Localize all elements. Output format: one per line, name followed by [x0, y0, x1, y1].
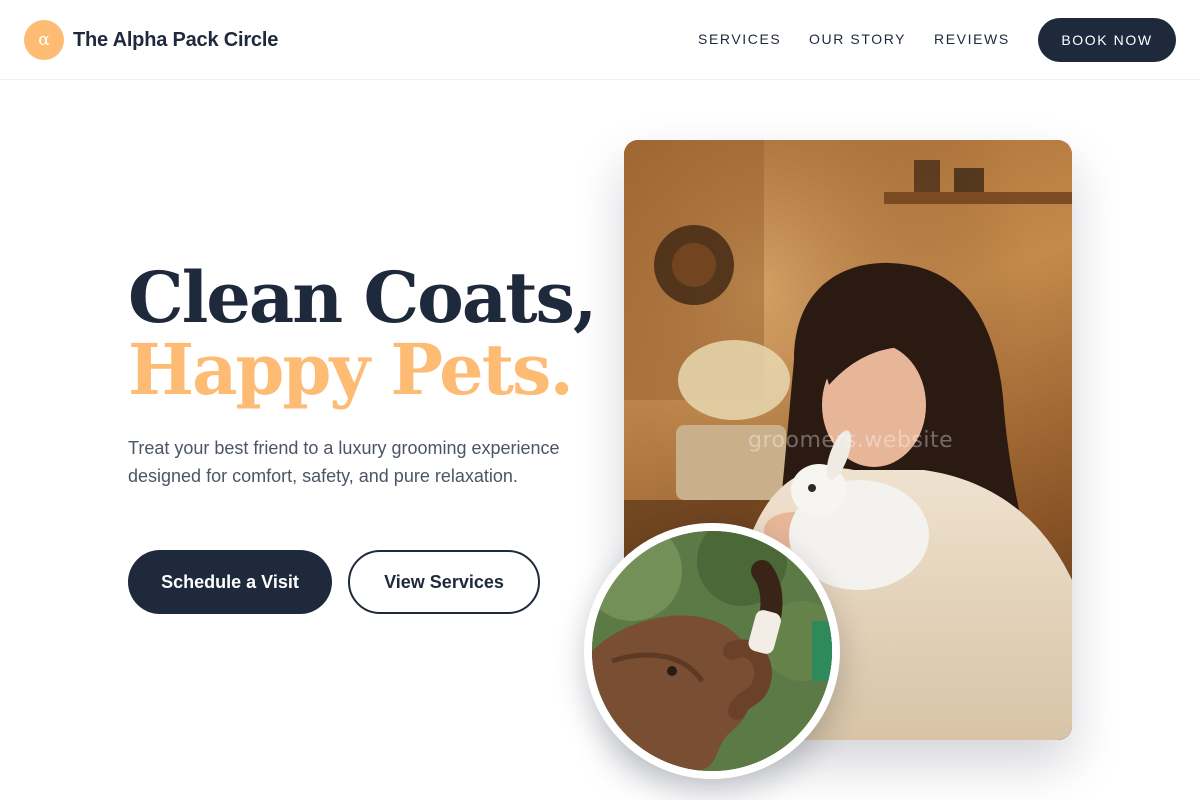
nav-link-reviews[interactable]: REVIEWS — [934, 31, 1010, 47]
site-header: α The Alpha Pack Circle SERVICES OUR STO… — [0, 0, 1200, 80]
brand-name: The Alpha Pack Circle — [73, 28, 279, 51]
hero-headline: Clean Coats, Happy Pets. — [128, 262, 598, 406]
inset-illustration — [592, 531, 832, 771]
nav-link-services[interactable]: SERVICES — [698, 31, 781, 47]
inset-photo-elephant-feeding — [584, 523, 840, 779]
brand-logo[interactable]: α The Alpha Pack Circle — [24, 20, 278, 60]
nav-link-our-story[interactable]: OUR STORY — [809, 31, 906, 47]
schedule-visit-button[interactable]: Schedule a Visit — [128, 550, 332, 614]
photo-watermark: groomers.website — [748, 428, 954, 453]
headline-line-2: Happy Pets. — [128, 328, 574, 411]
hero-subtext: Treat your best friend to a luxury groom… — [128, 438, 560, 486]
alpha-logo-icon: α — [24, 20, 64, 60]
view-services-button[interactable]: View Services — [348, 550, 540, 614]
book-now-button[interactable]: BOOK NOW — [1038, 18, 1176, 62]
headline-line-1: Clean Coats, — [128, 256, 597, 339]
